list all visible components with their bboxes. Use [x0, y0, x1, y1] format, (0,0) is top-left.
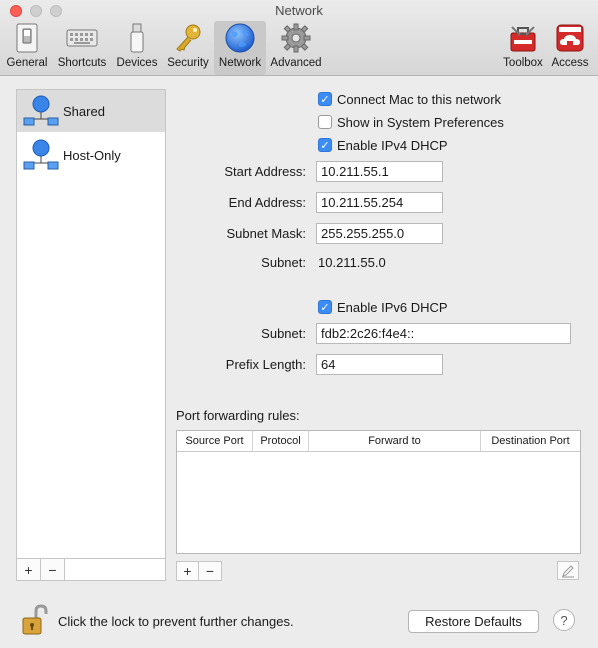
toolbar-security[interactable]: Security — [164, 21, 212, 75]
subnet-mask-label: Subnet Mask: — [226, 226, 307, 241]
window-title: Network — [275, 3, 323, 18]
port-forwarding-title: Port forwarding rules: — [176, 408, 300, 423]
column-source-port[interactable]: Source Port — [177, 431, 253, 451]
network-list: Shared Host-Only + − — [16, 89, 166, 581]
port-forwarding-controls: + − — [176, 561, 222, 581]
checkmark-icon: ✓ — [318, 300, 332, 314]
list-item-label: Host-Only — [63, 147, 121, 163]
pencil-icon — [562, 564, 574, 577]
prefix-length-label: Prefix Length: — [225, 357, 306, 372]
window-toolbar: Network General Shortcuts Devices Securi… — [0, 0, 598, 76]
end-address-field[interactable]: 10.211.55.254 — [316, 192, 443, 213]
connect-mac-checkbox[interactable]: ✓ Connect Mac to this network — [318, 90, 501, 108]
network-shared-icon — [23, 95, 59, 126]
toolbar-advanced[interactable]: Advanced — [268, 21, 324, 75]
subnet-ipv6-field[interactable]: fdb2:2c26:f4e4:: — [316, 323, 571, 344]
add-network-button[interactable]: + — [17, 559, 41, 580]
list-item-host-only[interactable]: Host-Only — [17, 134, 165, 176]
table-header: Source Port Protocol Forward to Destinat… — [177, 431, 580, 452]
list-controls: + − — [17, 558, 165, 580]
checkmark-icon: ✓ — [318, 92, 332, 106]
toolbar-toolbox[interactable]: Toolbox — [500, 21, 546, 75]
help-button[interactable]: ? — [553, 609, 575, 631]
network-host-only-icon — [23, 139, 59, 170]
start-address-field[interactable]: 10.211.55.1 — [316, 161, 443, 182]
key-icon — [171, 21, 205, 55]
column-forward-to[interactable]: Forward to — [309, 431, 481, 451]
column-destination-port[interactable]: Destination Port — [481, 431, 580, 451]
lock-button[interactable] — [22, 604, 48, 636]
list-item-shared[interactable]: Shared — [17, 90, 165, 132]
restore-defaults-button[interactable]: Restore Defaults — [408, 610, 539, 633]
checkmark-icon: ✓ — [318, 138, 332, 152]
end-address-label: End Address: — [228, 195, 306, 210]
usb-device-icon — [120, 21, 154, 55]
subnet-ipv4-value: 10.211.55.0 — [318, 255, 386, 270]
subnet-ipv6-label: Subnet: — [261, 326, 306, 341]
column-protocol[interactable]: Protocol — [253, 431, 309, 451]
enable-ipv4-dhcp-checkbox[interactable]: ✓ Enable IPv4 DHCP — [318, 136, 448, 154]
remove-rule-button[interactable]: − — [199, 562, 221, 580]
general-icon — [10, 21, 44, 55]
keyboard-icon — [65, 21, 99, 55]
enable-ipv6-dhcp-checkbox[interactable]: ✓ Enable IPv6 DHCP — [318, 298, 448, 316]
toolbar-general[interactable]: General — [4, 21, 50, 75]
port-forwarding-table: Source Port Protocol Forward to Destinat… — [176, 430, 581, 554]
remove-network-button[interactable]: − — [41, 559, 65, 580]
toolbar-access[interactable]: Access — [548, 21, 592, 75]
cloud-access-icon — [553, 21, 587, 55]
subnet-ipv4-label: Subnet: — [261, 255, 306, 270]
toolbar-network[interactable]: Network — [214, 21, 266, 75]
subnet-mask-field[interactable]: 255.255.255.0 — [316, 223, 443, 244]
globe-icon — [223, 21, 257, 55]
toolbox-icon — [506, 21, 540, 55]
start-address-label: Start Address: — [224, 164, 306, 179]
list-item-label: Shared — [63, 103, 105, 119]
checkbox-empty — [318, 115, 332, 129]
toolbar-shortcuts[interactable]: Shortcuts — [54, 21, 110, 75]
toolbar-devices[interactable]: Devices — [114, 21, 160, 75]
gear-icon — [279, 21, 313, 55]
add-rule-button[interactable]: + — [177, 562, 199, 580]
prefix-length-field[interactable]: 64 — [316, 354, 443, 375]
lock-message: Click the lock to prevent further change… — [58, 614, 294, 629]
show-in-system-preferences-checkbox[interactable]: Show in System Preferences — [318, 113, 504, 131]
unlocked-lock-icon — [22, 604, 48, 635]
edit-rule-button[interactable] — [557, 561, 579, 580]
